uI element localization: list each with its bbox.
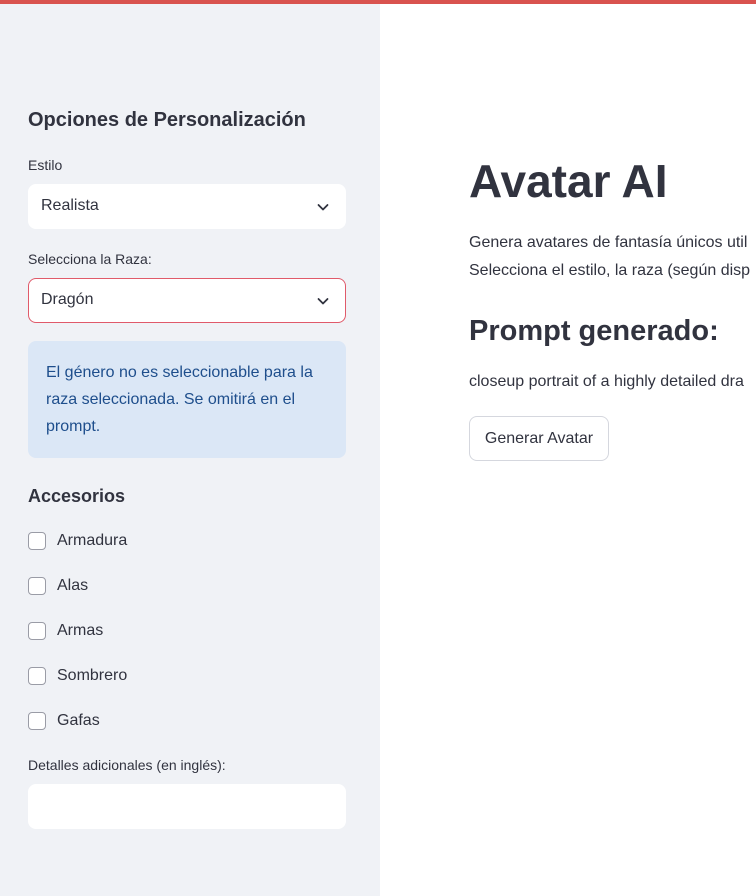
sidebar: Opciones de Personalización Estilo Reali… [0,4,380,896]
main-content: Avatar AI Genera avatares de fantasía ún… [380,4,756,896]
checkbox-alas[interactable]: Alas [28,575,88,597]
checkbox-gafas[interactable]: Gafas [28,710,100,732]
prompt-text: closeup portrait of a highly detailed dr… [469,373,744,390]
description-line: Genera avatares de fantasía únicos util [469,234,748,251]
race-select-value: Dragón [41,291,94,308]
race-select[interactable]: Dragón [28,278,346,323]
details-input[interactable] [28,784,346,829]
chevron-down-icon [317,298,329,305]
race-label: Selecciona la Raza: [28,251,152,267]
style-select[interactable]: Realista [28,184,346,229]
checkbox-label: Sombrero [57,667,128,684]
checkbox-sombrero[interactable]: Sombrero [28,665,127,687]
checkbox-label: Alas [57,577,89,594]
gender-info-alert: El género no es seleccionable para la ra… [28,341,346,458]
checkbox-box[interactable] [28,532,46,550]
prompt-heading: Prompt generado: [469,315,719,347]
checkbox-box[interactable] [28,712,46,730]
style-select-value: Realista [41,197,99,214]
accessories-heading: Accesorios [28,486,126,506]
description-line: Selecciona el estilo, la raza (según dis… [469,262,751,279]
checkbox-box[interactable] [28,622,46,640]
checkbox-label: Armadura [57,532,128,549]
page-title: Avatar AI [469,155,668,207]
info-line: raza seleccionada. Se omitirá en el [46,391,296,408]
sidebar-title: Opciones de Personalización [28,109,306,131]
checkbox-label: Armas [57,622,104,639]
checkbox-armadura[interactable]: Armadura [28,530,127,552]
checkbox-box[interactable] [28,577,46,595]
checkbox-label: Gafas [57,712,100,729]
info-line: El género no es seleccionable para la [46,364,313,381]
details-label: Detalles adicionales (en inglés): [28,757,226,773]
checkbox-box[interactable] [28,667,46,685]
chevron-down-icon [317,204,329,211]
style-label: Estilo [28,157,63,173]
generate-avatar-button[interactable]: Generar Avatar [469,416,609,461]
info-line: prompt. [46,418,101,435]
checkbox-armas[interactable]: Armas [28,620,103,642]
